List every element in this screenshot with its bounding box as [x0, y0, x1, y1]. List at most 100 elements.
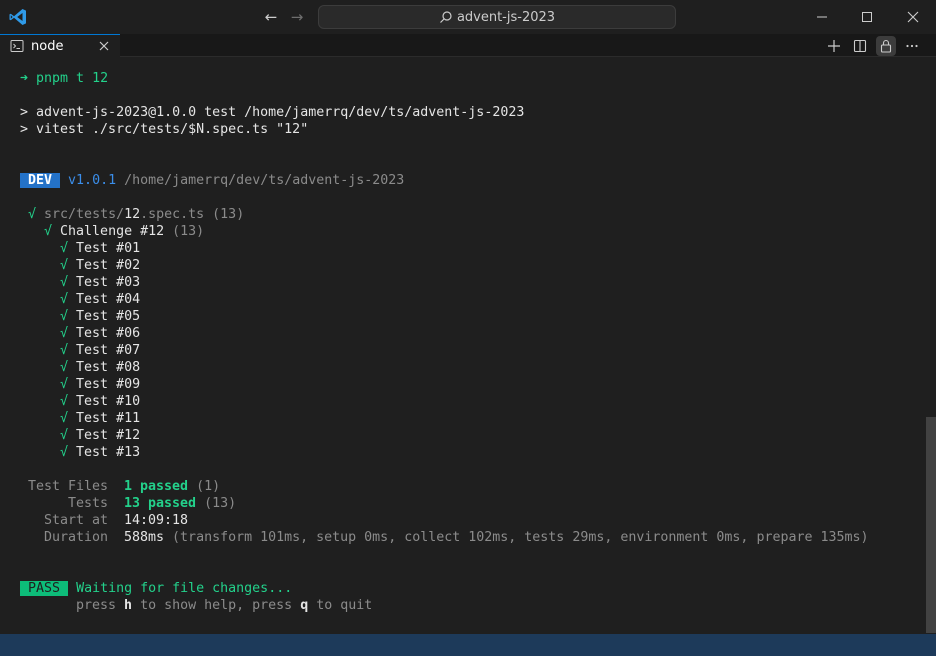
maximize-icon [862, 12, 872, 22]
close-window-button[interactable] [902, 6, 924, 28]
new-terminal-button[interactable] [824, 36, 844, 56]
test-item: √ Test #08 [60, 359, 140, 376]
duration-result: 588ms (transform 101ms, setup 0ms, colle… [124, 529, 869, 546]
file-num: 12 [124, 207, 141, 222]
test-name: Test #13 [76, 445, 141, 460]
terminal-tab-bar: node [0, 34, 936, 57]
start-value: 14:09:18 [124, 513, 189, 528]
dev-badge: DEV [20, 173, 61, 188]
files-total: (1) [196, 479, 221, 494]
check-icon: √ [60, 258, 69, 273]
suite-count: (13) [172, 224, 205, 239]
help-key-q: q [300, 598, 309, 613]
tests-label: Tests [68, 496, 109, 511]
ellipsis-icon [906, 44, 918, 48]
status-bar [0, 634, 936, 656]
test-name: Test #10 [76, 394, 141, 409]
start-label: Start at [44, 513, 109, 528]
check-icon: √ [60, 309, 69, 324]
test-name: Test #09 [76, 377, 141, 392]
check-icon: √ [44, 224, 53, 239]
test-name: Test #01 [76, 241, 141, 256]
help-end: to quit [308, 598, 373, 613]
split-icon [853, 39, 867, 53]
prompt-arrow: ➜ [20, 71, 29, 86]
tests-passed: 13 passed [124, 496, 197, 511]
tests-result: 13 passed (13) [124, 495, 236, 512]
test-item: √ Test #10 [60, 393, 140, 410]
files-result: 1 passed (1) [124, 478, 220, 495]
file-prefix: src/tests/ [44, 207, 125, 222]
duration-value: 588ms [124, 530, 165, 545]
test-item: √ Test #11 [60, 410, 140, 427]
pass-line: PASS Waiting for file changes... [20, 580, 292, 597]
test-name: Test #04 [76, 292, 141, 307]
files-passed: 1 passed [124, 479, 189, 494]
check-icon: √ [60, 445, 69, 460]
check-icon: √ [60, 241, 69, 256]
plus-icon [828, 40, 840, 52]
test-item: √ Test #09 [60, 376, 140, 393]
scrollbar-thumb[interactable] [926, 417, 936, 633]
test-name: Test #06 [76, 326, 141, 341]
maximize-button[interactable] [856, 6, 878, 28]
script-line-1: > advent-js-2023@1.0.0 test /home/jamerr… [20, 105, 525, 120]
tests-total: (13) [204, 496, 237, 511]
command-text: pnpm t 12 [36, 71, 109, 86]
vitest-version: v1.0.1 [68, 173, 117, 188]
check-icon: √ [60, 360, 69, 375]
test-name: Test #03 [76, 275, 141, 290]
files-label: Test Files [28, 479, 109, 494]
terminal-icon [10, 40, 24, 52]
test-item: √ Test #12 [60, 427, 140, 444]
suite-name: Challenge #12 [60, 224, 165, 239]
check-icon: √ [60, 292, 69, 307]
pass-badge: PASS [20, 581, 69, 596]
file-count: (13) [212, 207, 245, 222]
dev-path: /home/jamerrq/dev/ts/advent-js-2023 [124, 173, 405, 188]
vscode-logo[interactable] [8, 7, 28, 27]
split-terminal-button[interactable] [850, 36, 870, 56]
check-icon: √ [28, 207, 37, 222]
search-icon [440, 11, 452, 23]
close-icon [99, 41, 109, 51]
lock-scroll-button[interactable] [876, 36, 896, 56]
waiting-text: Waiting for file changes... [76, 581, 293, 596]
minimize-icon [817, 16, 827, 18]
terminal-tab-node[interactable]: node [0, 34, 120, 57]
check-icon: √ [60, 411, 69, 426]
check-icon: √ [60, 343, 69, 358]
help-line: press h to show help, press q to quit [76, 597, 372, 614]
check-icon: √ [60, 377, 69, 392]
test-item: √ Test #02 [60, 257, 140, 274]
check-icon: √ [60, 326, 69, 341]
suite-line: √ Challenge #12 (13) [44, 223, 204, 240]
command-center[interactable]: advent-js-2023 [318, 5, 676, 29]
check-icon: √ [60, 428, 69, 443]
prompt-line: ➜ pnpm t 12 [20, 70, 108, 87]
test-item: √ Test #05 [60, 308, 140, 325]
file-suffix: .spec.ts [140, 207, 205, 222]
minimize-button[interactable] [811, 6, 833, 28]
duration-detail: (transform 101ms, setup 0ms, collect 102… [172, 530, 869, 545]
test-item: √ Test #03 [60, 274, 140, 291]
test-name: Test #05 [76, 309, 141, 324]
help-key-h: h [124, 598, 133, 613]
tab-close-button[interactable] [96, 38, 112, 54]
more-actions-button[interactable] [902, 36, 922, 56]
check-icon: √ [60, 275, 69, 290]
test-item: √ Test #13 [60, 444, 140, 461]
close-icon [907, 11, 919, 23]
duration-label: Duration [44, 530, 109, 545]
test-item: √ Test #01 [60, 240, 140, 257]
terminal-output[interactable]: ➜ pnpm t 12 > advent-js-2023@1.0.0 test … [0, 57, 926, 633]
test-item: √ Test #04 [60, 291, 140, 308]
test-name: Test #12 [76, 428, 141, 443]
tab-label: node [31, 38, 64, 54]
test-item: √ Test #06 [60, 325, 140, 342]
back-button[interactable]: ← [262, 8, 280, 26]
forward-button[interactable]: → [288, 8, 306, 26]
title-bar: ← → advent-js-2023 [0, 0, 936, 34]
lock-icon [880, 39, 892, 53]
test-name: Test #11 [76, 411, 141, 426]
